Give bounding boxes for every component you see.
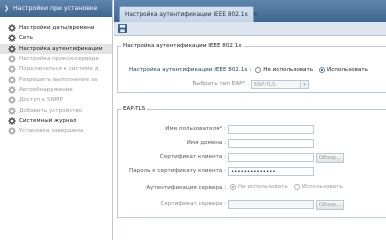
- sidebar-item-label: Настройка аутентификации: [19, 45, 103, 52]
- sidebar-item[interactable]: Установка завершена: [0, 126, 112, 136]
- gear-icon: [8, 96, 16, 104]
- server-radio-not-use-label: Не использовать: [238, 184, 288, 190]
- sidebar-item-label: Настройки даты/времени: [19, 25, 95, 32]
- sidebar-item[interactable]: Настройки даты/времени: [0, 23, 112, 33]
- sidebar-item[interactable]: Добавить устройство: [0, 105, 112, 115]
- sidebar-list: Настройки даты/времени Сеть Настройка ауте…: [0, 17, 112, 136]
- server-auth-label: Аутентификация сервера :: [146, 185, 226, 191]
- eap-type-select[interactable]: EAP-TLS ▾: [251, 80, 309, 89]
- gear-icon: [8, 65, 16, 74]
- server-auth-row: Не использовать Использовать: [230, 182, 349, 192]
- ieee-auth-label: Настройка аутентификации IEEE 802.1x :: [129, 67, 252, 73]
- browse-client-cert-button[interactable]: Обзор...: [316, 153, 344, 163]
- sidebar-item[interactable]: Настройка аутентификации: [0, 43, 112, 54]
- radio-use[interactable]: [319, 67, 326, 73]
- sidebar-item-label: Настройка прокси-сервера: [19, 56, 99, 63]
- client-cert-label: Сертификат клиента :: [159, 154, 226, 160]
- eap-type-label: Выбрать тип EAP* :: [192, 81, 249, 87]
- eap-tls-legend: EAP-TLS: [123, 106, 146, 112]
- server-cert-field[interactable]: [228, 200, 314, 209]
- domain-field[interactable]: [228, 139, 314, 148]
- cert-password-field[interactable]: ••••••••••••••: [228, 167, 314, 176]
- ieee-auth-legend: Настройка аутентификации IEEE 802.1x: [123, 43, 242, 49]
- sidebar-item-label: Сеть: [19, 35, 33, 42]
- main-panel: Настройка аутентификации IEEE 802.1x × Н…: [114, 0, 386, 240]
- save-icon[interactable]: [118, 24, 127, 33]
- sidebar-item[interactable]: Системный журнал: [0, 116, 112, 126]
- gear-icon: [8, 117, 16, 125]
- sidebar-item-label: Системный журнал: [19, 117, 77, 124]
- domain-label: Имя домена :: [186, 140, 226, 146]
- sidebar-item-label: Разрешить выполнение за: [19, 76, 98, 83]
- toolbar: [114, 22, 386, 36]
- sidebar-item[interactable]: Автообнаружение: [0, 85, 112, 95]
- chevron-down-icon[interactable]: ▾: [300, 81, 308, 88]
- sidebar-item-label: Добавить устройство: [19, 107, 83, 114]
- gear-icon: [8, 75, 16, 84]
- gear-icon: [8, 24, 16, 32]
- sidebar-title: Настройки при установке: [13, 5, 98, 12]
- ieee-auth-row: Настройка аутентификации IEEE 802.1x : Н…: [129, 65, 374, 75]
- sidebar-item-label: Автообнаружение: [19, 86, 73, 93]
- sidebar-item-label: Доступ к SNMP: [19, 97, 63, 104]
- tab-label: Настройка аутентификации IEEE 802.1x: [125, 11, 248, 18]
- sidebar-item-label: Установка завершена: [19, 128, 84, 135]
- client-cert-field[interactable]: [228, 153, 314, 162]
- sidebar-item[interactable]: Доступ к SNMP: [0, 95, 112, 105]
- cert-password-label: Пароль к сертификату клиента :: [129, 168, 226, 174]
- username-field[interactable]: [228, 125, 314, 134]
- radio-use-label: Использовать: [327, 67, 368, 73]
- server-radio-use-label: Использовать: [301, 184, 343, 190]
- server-radio-use[interactable]: [293, 184, 300, 190]
- radio-not-use[interactable]: [255, 67, 262, 73]
- sidebar-item[interactable]: Настройка прокси-сервера: [0, 54, 112, 64]
- radio-not-use-label: Не использовать: [263, 67, 314, 73]
- gear-icon: [8, 86, 16, 94]
- sidebar-header[interactable]: ❯ Настройки при установке: [0, 0, 112, 17]
- server-radio-not-use[interactable]: [230, 184, 236, 190]
- sidebar-item[interactable]: Разрешить выполнение за: [0, 74, 112, 84]
- chevron-down-icon[interactable]: ❯: [4, 5, 9, 12]
- content-area: Настройка аутентификации IEEE 802.1x Нас…: [114, 37, 386, 240]
- tab-auth-settings[interactable]: Настройка аутентификации IEEE 802.1x ×: [119, 6, 258, 22]
- gear-icon: [8, 55, 16, 63]
- sidebar: ❯ Настройки при установке Настройки даты…: [0, 0, 113, 240]
- sidebar-item-label: Подключаться к системе д: [19, 66, 99, 73]
- gear-icon: [8, 127, 16, 135]
- server-cert-label: Сертификат сервера :: [160, 201, 227, 207]
- gear-icon: [8, 34, 16, 43]
- browse-server-cert-button[interactable]: Обзор...: [316, 200, 344, 210]
- sidebar-item[interactable]: Сеть: [0, 33, 112, 43]
- eap-type-value: EAP-TLS: [254, 81, 276, 88]
- username-label: Имя пользователя* :: [165, 126, 226, 132]
- sidebar-item[interactable]: Подключаться к системе д: [0, 64, 112, 74]
- gear-icon: [8, 44, 16, 53]
- close-icon[interactable]: ×: [253, 11, 258, 18]
- tab-bar: Настройка аутентификации IEEE 802.1x ×: [114, 0, 386, 22]
- gear-icon: [8, 106, 16, 115]
